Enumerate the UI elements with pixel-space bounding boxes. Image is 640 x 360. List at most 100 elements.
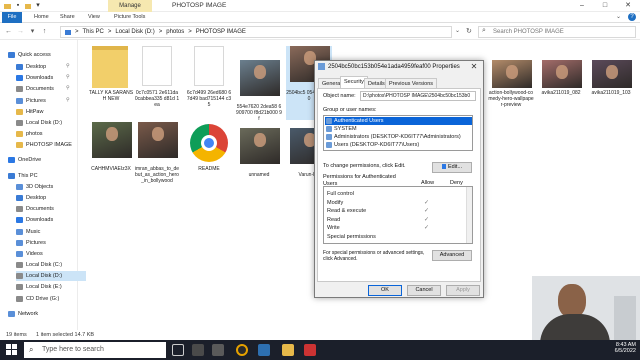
clock[interactable]: 8:43 AM 6/5/2022 (596, 342, 636, 354)
tab-home[interactable]: Home (34, 12, 49, 23)
group-user-list[interactable]: Authenticated Users SYSTEM Administrator… (323, 115, 473, 151)
pin-icon[interactable]: ⚲ (66, 97, 70, 103)
sidebar-item[interactable]: Pictures (16, 96, 46, 106)
change-permissions-hint: To change permissions, click Edit. (323, 163, 406, 169)
pin-icon[interactable]: ⚲ (66, 74, 70, 80)
sidebar-item[interactable]: HitPaw (16, 107, 43, 117)
sidebar-item[interactable]: Documents (16, 204, 54, 214)
sidebar-item[interactable]: CD Drive (G:) (16, 294, 59, 304)
tab-picture-tools[interactable]: Picture Tools (114, 12, 145, 23)
image-thumbnail (542, 60, 582, 88)
pin-icon[interactable]: ⚲ (66, 63, 70, 69)
maximize-button[interactable]: □ (597, 0, 613, 12)
sidebar-item-icon (16, 109, 23, 115)
group-item-administrators[interactable]: Administrators (DESKTOP-KD6IT77\Administ… (325, 133, 472, 141)
file-name: action-bollywood-comedy-hero-wallpaper-p… (488, 90, 534, 108)
sidebar-item[interactable]: Local Disk (C:) (16, 260, 62, 270)
sidebar-item-label: PHOTOSP IMAGE (26, 142, 72, 148)
close-button[interactable]: ✕ (620, 0, 636, 12)
recent-dropdown-icon[interactable]: ▾ (28, 27, 37, 36)
new-folder-icon[interactable] (24, 2, 32, 10)
taskbar-app-icon[interactable] (304, 344, 316, 356)
back-arrow-icon[interactable]: ← (4, 27, 13, 36)
forward-arrow-icon[interactable]: → (16, 27, 25, 36)
sidebar-item-label: Desktop (26, 64, 47, 70)
group-item-authenticated-users[interactable]: Authenticated Users (325, 117, 472, 125)
windows-start-icon[interactable] (6, 344, 18, 356)
task-view-icon[interactable] (172, 344, 184, 356)
breadcrumb-sep: > (75, 29, 79, 35)
sidebar-item[interactable]: Desktop (16, 62, 46, 72)
taskbar-search-input[interactable]: Type here to search (24, 342, 166, 358)
sidebar-item[interactable]: 3D Objects (16, 182, 53, 192)
minimize-button[interactable]: – (574, 0, 590, 12)
permissions-table: Full control Modify ✓ Read & execute ✓ Read ✓ W… (323, 186, 473, 244)
ok-button[interactable]: OK (368, 285, 402, 296)
sidebar-item[interactable]: Videos (16, 249, 43, 259)
file-explorer-icon[interactable] (282, 344, 294, 356)
sidebar-item[interactable]: Pictures (16, 238, 46, 248)
sidebar-item[interactable]: Local Disk (D:) (16, 118, 62, 128)
file-name: 0c7c0571 2e611da 0cabbea335 d81d 1ea (134, 90, 180, 108)
address-dropdown-icon[interactable]: ⌄ (455, 27, 460, 34)
sidebar-item[interactable]: Local Disk (D:) (16, 271, 86, 281)
tab-previous-versions[interactable]: Previous Versions (385, 78, 438, 88)
advanced-button[interactable]: Advanced (432, 250, 472, 261)
file-name: imran_abbas_to_debut_as_action_hero_in_b… (134, 166, 180, 184)
refresh-icon[interactable]: ↻ (466, 27, 472, 35)
sidebar-item-label: HitPaw (26, 109, 44, 115)
taskbar-app-icon[interactable] (236, 344, 248, 356)
taskbar-app-icon[interactable] (258, 344, 270, 356)
window-title: PHOTOSP IMAGE (172, 2, 227, 9)
sidebar-item[interactable]: Desktop (16, 193, 46, 203)
group-item-system[interactable]: SYSTEM (325, 125, 472, 133)
address-bar[interactable]: > This PC > Local Disk (D:) > photos > P… (60, 26, 452, 38)
help-icon[interactable]: ? (628, 13, 636, 21)
expand-ribbon-icon[interactable]: ⌄ (616, 13, 621, 20)
sidebar-item-icon (16, 284, 23, 290)
breadcrumb-photosp-image[interactable]: PHOTOSP IMAGE (196, 27, 246, 37)
sidebar-item[interactable]: Downloads (16, 215, 53, 225)
object-name-field[interactable]: D:\photos\PHOTOSP IMAGE\2504bc50bc153b0 (360, 91, 476, 101)
permissions-scrollbar[interactable] (466, 187, 472, 243)
tab-share[interactable]: Share (60, 12, 75, 23)
tab-view[interactable]: View (88, 12, 100, 23)
dialog-close-button[interactable]: ✕ (468, 62, 480, 72)
breadcrumb-sep: > (158, 29, 163, 35)
manage-tab[interactable]: Manage (108, 0, 152, 12)
file-name: 554e7620 2dea58 6909700 f8d21b000 9f (236, 104, 282, 122)
sidebar-item[interactable]: Quick access (8, 50, 51, 60)
sidebar-item[interactable]: OneDrive (8, 155, 41, 165)
quick-access-dropdown-icon[interactable]: ▾ (34, 2, 42, 10)
breadcrumb-local-disk-d[interactable]: Local Disk (D:) (115, 27, 154, 37)
breadcrumb-this-pc[interactable]: This PC (83, 27, 104, 37)
pin-icon[interactable]: ⚲ (66, 85, 70, 91)
edit-button[interactable]: Edit... (432, 162, 472, 173)
sidebar-item[interactable]: Music (16, 227, 40, 237)
tab-file[interactable]: File (2, 12, 22, 23)
taskbar-app-icon[interactable] (192, 344, 204, 356)
blank-file-icon (142, 46, 172, 86)
properties-icon[interactable]: ▪ (14, 2, 22, 10)
sidebar-item[interactable]: PHOTOSP IMAGE (16, 140, 72, 150)
up-arrow-icon[interactable]: ↑ (40, 27, 49, 36)
sidebar-item-label: 3D Objects (26, 184, 54, 190)
taskbar-app-icon[interactable] (212, 344, 224, 356)
sidebar-item[interactable]: photos (16, 129, 43, 139)
pc-icon (65, 29, 71, 35)
sidebar-item[interactable]: Documents (16, 84, 54, 94)
sidebar-item[interactable]: This PC (8, 171, 38, 181)
sidebar-item-label: This PC (18, 173, 38, 179)
breadcrumb-photos[interactable]: photos (166, 27, 184, 37)
sidebar-item[interactable]: Downloads (16, 73, 53, 83)
apply-button[interactable]: Apply (446, 285, 480, 296)
shield-icon (441, 164, 446, 170)
sidebar-item-label: Downloads (26, 75, 54, 81)
cancel-button[interactable]: Cancel (407, 285, 441, 296)
sidebar-item-label: Videos (26, 251, 43, 257)
sidebar-item[interactable]: Local Disk (E:) (16, 282, 62, 292)
sidebar-item-label: Network (18, 311, 39, 317)
search-input[interactable]: Search PHOTOSP IMAGE (478, 26, 636, 38)
group-item-users[interactable]: Users (DESKTOP-KD6IT77\Users) (325, 141, 472, 149)
sidebar-item[interactable]: Network (8, 309, 38, 319)
